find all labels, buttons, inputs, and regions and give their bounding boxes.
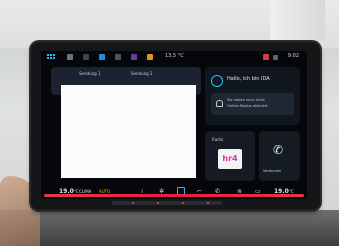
bell-icon	[216, 100, 223, 107]
online-mode-notice[interactable]: Sie haben noch nicht Online-Modus aktivi…	[211, 93, 294, 115]
phone-icon: ✆	[273, 143, 284, 157]
signal-icon	[273, 55, 278, 60]
tile-label-2: Sendung 2	[131, 71, 153, 76]
ambient-light-strip	[44, 194, 304, 197]
assistant-icon	[211, 75, 223, 87]
dashboard-lower	[0, 210, 339, 246]
phone-widget[interactable]: ✆ Verbinden	[259, 131, 300, 181]
media-icon[interactable]	[83, 54, 89, 60]
app-grid-icon[interactable]	[47, 54, 57, 60]
infotainment-screen: 13,5 °C 9:02 Sendung 1 Sendung 2 Hallo, …	[41, 51, 307, 199]
app-icon[interactable]	[131, 54, 137, 60]
charging-icon[interactable]	[147, 54, 153, 60]
voice-assistant-panel[interactable]: Hallo, ich bin IDA Sie haben noch nicht …	[205, 67, 300, 125]
radio-widget[interactable]: Radio hr4	[205, 131, 255, 181]
car-icon[interactable]	[67, 54, 73, 60]
navigation-icon[interactable]	[99, 54, 105, 60]
tile-label-1: Sendung 1	[79, 71, 101, 76]
redacted-area	[61, 85, 196, 178]
clock: 9:02	[287, 53, 299, 59]
station-logo: hr4	[218, 149, 242, 169]
notification-icon[interactable]	[263, 54, 269, 60]
wall-post	[270, 0, 325, 40]
status-bar: 13,5 °C 9:02	[41, 51, 307, 63]
notice-line-1: Sie haben noch nicht	[227, 98, 265, 102]
touch-slider[interactable]	[112, 201, 222, 205]
assistant-greeting: Hallo, ich bin IDA	[227, 76, 270, 82]
outside-temperature: 13,5 °C	[165, 53, 184, 59]
connect-icon[interactable]	[115, 54, 121, 60]
phone-connect-label: Verbinden	[263, 169, 282, 173]
radio-label: Radio	[212, 137, 224, 142]
notice-line-2: Online-Modus aktiviert	[227, 104, 268, 108]
